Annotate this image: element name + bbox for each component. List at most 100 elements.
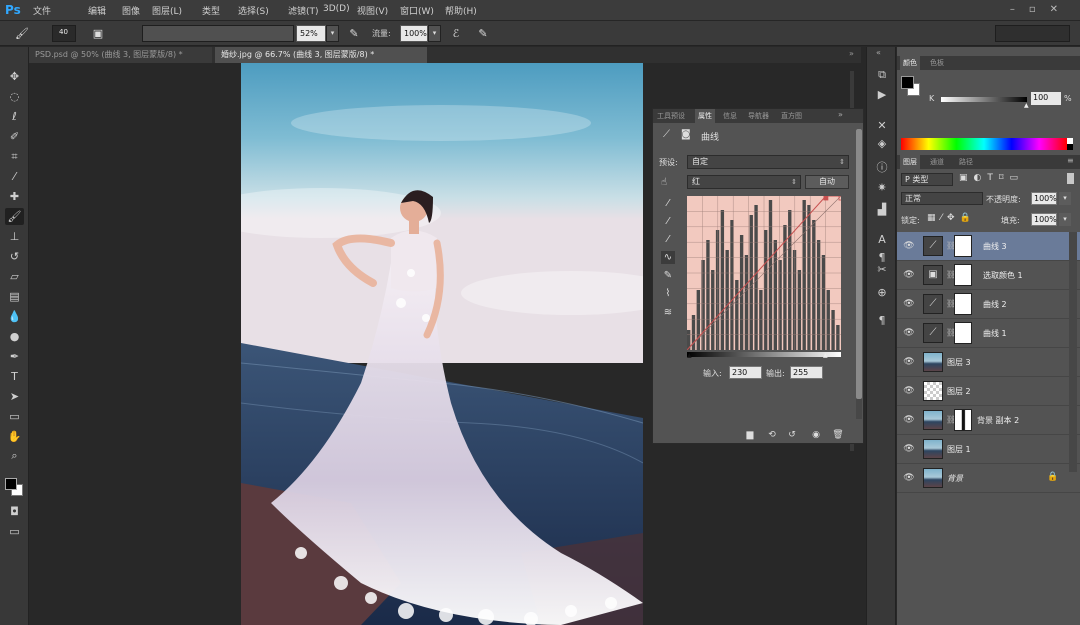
marquee-tool-icon[interactable]: ◌ [5,88,24,105]
visibility-eye-icon[interactable]: 👁 [903,241,915,251]
view-previous-state-icon[interactable]: ⟲ [765,429,779,441]
sample-white-eyedropper-icon[interactable]: ⁄ [661,233,675,246]
clone-stamp-tool-icon[interactable]: ⊥ [5,228,24,245]
layer-mask-thumbnail[interactable] [954,264,972,286]
visibility-eye-icon[interactable]: 👁 [903,444,915,454]
screen-mode-icon[interactable]: ▭ [5,523,24,540]
document-tab-psd[interactable]: PSD.psd @ 50% (曲线 3, 图层蒙版/8) * [29,47,212,63]
layer-name[interactable]: 背景 [947,473,963,484]
color-spectrum-ramp[interactable] [901,138,1067,150]
eyedropper-tool-icon[interactable]: ⁄ [5,168,24,185]
clone-source-icon[interactable]: ⊕ [874,285,890,300]
type-tool-icon[interactable]: T [5,368,24,385]
curve-control-point[interactable] [823,196,829,201]
brush-panel-icon[interactable]: ▣ [90,26,106,41]
visibility-eye-icon[interactable]: 👁 [903,386,915,396]
blend-mode-select[interactable]: 正常 [901,192,983,205]
smooth-curve-icon[interactable]: ⌇ [661,287,675,300]
tab-layers[interactable]: 图层 [900,155,920,169]
menu-image[interactable]: 图像 [122,4,140,17]
edit-points-curve-icon[interactable]: ∿ [661,251,675,264]
layer-fill-field[interactable]: 100% [1031,213,1057,226]
lock-icon[interactable]: 🔒 [1047,472,1058,482]
scroll-thumb[interactable] [856,129,862,399]
opacity-field[interactable]: 52% [296,25,326,42]
tab-properties[interactable]: 属性 [695,109,715,123]
brush-panel-icon[interactable]: ✂ [874,262,890,277]
layer-name[interactable]: 曲线 2 [983,299,1007,310]
navigator-panel-icon[interactable]: ✷ [874,180,890,195]
foreground-color-swatch[interactable] [5,478,17,490]
tab-paths[interactable]: 路径 [959,155,973,169]
dodge-tool-icon[interactable]: ● [5,328,24,345]
layer-mask-thumbnail[interactable] [954,409,972,431]
airbrush-icon[interactable]: ℰ [448,26,464,41]
eraser-tool-icon[interactable]: ▱ [5,268,24,285]
layer-name[interactable]: 图层 2 [947,386,971,397]
document-canvas-photo[interactable] [241,63,643,625]
character-panel-icon[interactable]: A [874,232,890,247]
tab-swatches[interactable]: 色板 [930,56,944,70]
tab-info[interactable]: 信息 [723,109,737,123]
k-channel-slider[interactable] [941,97,1027,102]
tab-histogram[interactable]: 直方图 [781,109,802,123]
clipping-warning-icon[interactable]: ≋ [661,306,675,319]
curves-graph[interactable] [687,196,841,350]
quick-select-tool-icon[interactable]: ✐ [5,128,24,145]
panel-menu-icon[interactable]: ≡ [1067,156,1074,165]
menu-3d[interactable]: 3D(D) [323,4,350,14]
delete-icon[interactable]: 🗑 [831,429,845,441]
foreground-color-swatch[interactable] [901,76,914,89]
shape-tool-icon[interactable]: ▭ [5,408,24,425]
sample-gray-eyedropper-icon[interactable]: ⁄ [661,215,675,228]
properties-scrollbar[interactable] [856,129,862,419]
blur-tool-icon[interactable]: 💧 [5,308,24,325]
layer-row[interactable]: 👁 ▣ ⛓ 选取颜色 1 [897,261,1080,290]
tab-channels[interactable]: 通道 [930,155,944,169]
crop-tool-icon[interactable]: ⌗ [5,148,24,165]
sample-black-eyedropper-icon[interactable]: ⁄ [661,197,675,210]
opacity-dropdown[interactable]: ▾ [326,25,339,42]
layer-name[interactable]: 曲线 1 [983,328,1007,339]
layer-row[interactable]: 👁 ⟋ ⛓ 曲线 2 [897,290,1080,319]
layer-row[interactable]: 👁 图层 2 [897,377,1080,406]
paragraph-styles-icon[interactable]: ¶ [874,313,890,328]
layer-name[interactable]: 图层 1 [947,444,971,455]
history-brush-tool-icon[interactable]: ↺ [5,248,24,265]
visibility-eye-icon[interactable]: 👁 [903,415,915,425]
layer-filter-icons[interactable]: ▣◐T⌑▭ [959,173,1024,183]
filter-toggle[interactable] [1067,173,1074,184]
visibility-eye-icon[interactable]: 👁 [903,270,915,280]
reset-adjustments-icon[interactable]: ↺ [785,429,799,441]
k-value-field[interactable]: 100 [1031,92,1061,105]
workspace-switcher[interactable] [995,25,1070,42]
white-point-slider[interactable]: ▲ [823,352,828,359]
quick-mask-icon[interactable]: ◘ [5,503,24,520]
layer-row[interactable]: 👁 ⛓ 背景 副本 2 [897,406,1080,435]
black-white-ramp[interactable] [1067,138,1073,150]
channel-select[interactable]: 红 ⇕ [687,175,801,189]
draw-curve-pencil-icon[interactable]: ✎ [661,269,675,282]
layer-row[interactable]: 👁 图层 3 [897,348,1080,377]
menu-help[interactable]: 帮助(H) [445,4,477,17]
layer-row[interactable]: 👁 ⟋ ⛓ 曲线 3 [897,232,1080,261]
panel-collapse-icon[interactable]: » [838,110,843,119]
flow-field[interactable]: 100% [400,25,428,42]
histogram-panel-icon[interactable]: ▟ [874,202,890,217]
layer-row[interactable]: 👁 背景 🔒 [897,464,1080,493]
layers-scrollbar[interactable] [1069,232,1077,472]
layer-mask-thumbnail[interactable] [954,293,972,315]
output-field[interactable]: 255 [790,366,823,379]
layer-mask-thumbnail[interactable] [954,322,972,344]
input-field[interactable]: 230 [729,366,762,379]
menu-file[interactable]: 文件 [33,4,51,17]
pressure-size-icon[interactable]: ✎ [475,26,491,41]
lock-icons[interactable]: ▦⁄✥🔒 [927,213,976,223]
hand-tool-icon[interactable]: ✋ [5,428,24,445]
tab-color[interactable]: 颜色 [900,56,920,70]
fill-dropdown[interactable]: ▾ [1059,213,1071,226]
properties-panel-icon[interactable]: ◈ [874,136,890,151]
info-panel-icon[interactable]: ⓘ [874,160,890,175]
menu-layer[interactable]: 图层(L) [152,4,182,17]
document-tab-active[interactable]: 婚纱.jpg @ 66.7% (曲线 3, 图层蒙版/8) * [215,47,427,63]
